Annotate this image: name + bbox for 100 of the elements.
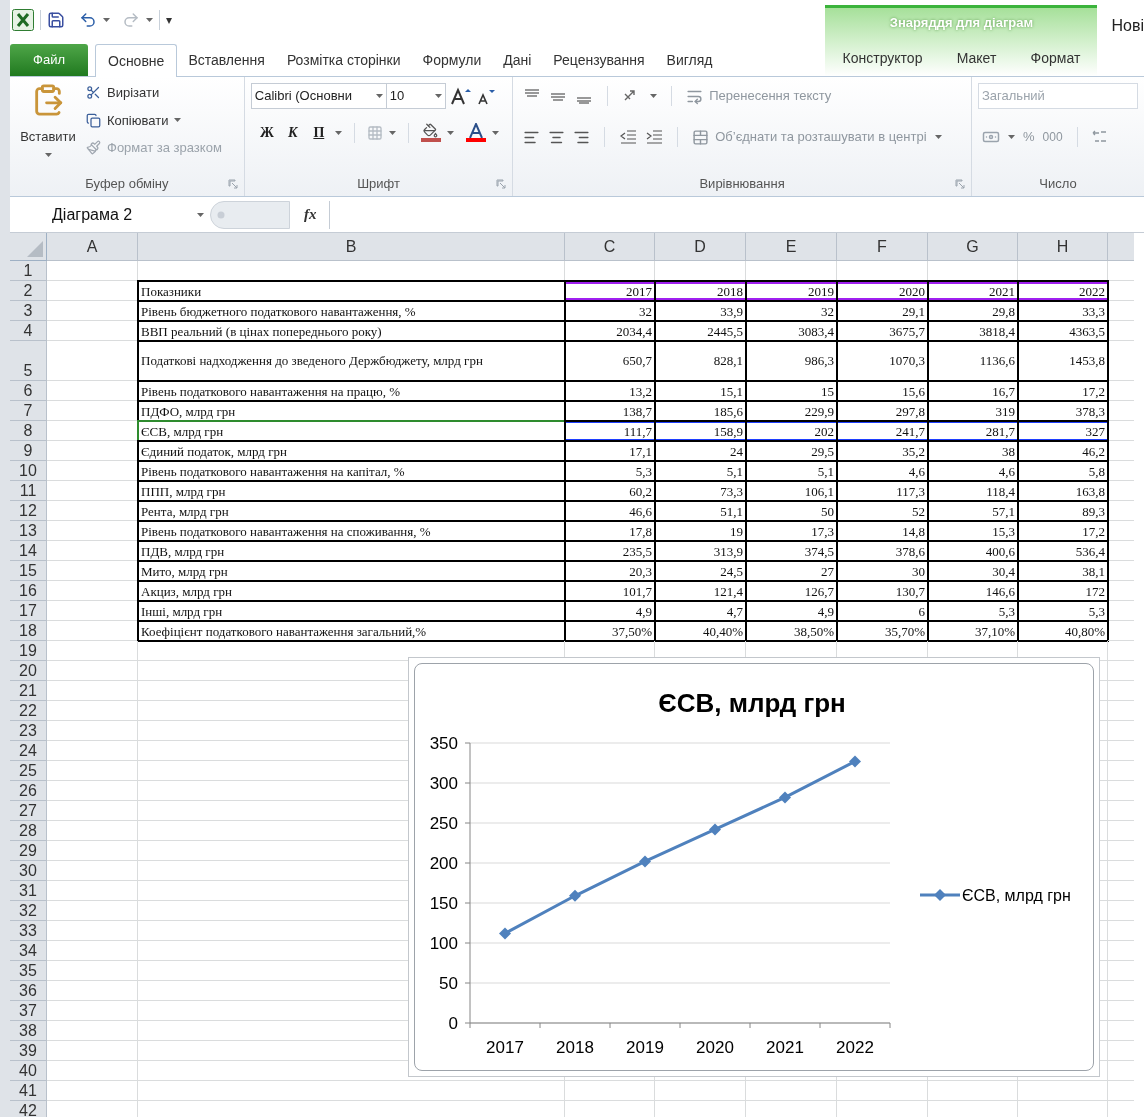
row-header[interactable]: 3 [10, 301, 47, 321]
ribbon-tab[interactable]: Вставлення [177, 44, 276, 76]
row-header[interactable]: 25 [10, 761, 47, 781]
row-header[interactable]: 12 [10, 501, 47, 521]
ribbon-tab[interactable]: Макет [952, 48, 1001, 69]
row-header[interactable]: 31 [10, 881, 47, 901]
ribbon-tab[interactable]: Основне [95, 44, 178, 77]
row-header[interactable]: 27 [10, 801, 47, 821]
row-header[interactable]: 38 [10, 1021, 47, 1041]
row-header[interactable]: 4 [10, 321, 47, 341]
caret-icon[interactable] [146, 18, 153, 22]
caret-icon[interactable] [197, 212, 204, 217]
font-name-field[interactable]: Calibri (Основни [250, 83, 387, 109]
row-header[interactable]: 32 [10, 901, 47, 921]
row-header[interactable]: 10 [10, 461, 47, 481]
row-header[interactable]: 11 [10, 481, 47, 501]
row-header[interactable]: 33 [10, 921, 47, 941]
undo-icon[interactable] [79, 11, 97, 29]
row-header[interactable]: 35 [10, 961, 47, 981]
row-header[interactable]: 23 [10, 721, 47, 741]
row-header[interactable]: 39 [10, 1041, 47, 1061]
row-header[interactable]: 5 [10, 341, 47, 381]
ribbon-tab[interactable]: Рецензування [542, 44, 656, 76]
row-header[interactable]: 16 [10, 581, 47, 601]
ribbon-tab[interactable]: Формат [1026, 48, 1085, 69]
increase-indent-icon[interactable] [645, 129, 664, 145]
row-header[interactable]: 17 [10, 601, 47, 621]
font-color-icon[interactable] [465, 123, 486, 142]
column-header[interactable]: D [655, 233, 746, 261]
caret-icon[interactable] [1008, 135, 1015, 139]
row-header[interactable]: 18 [10, 621, 47, 641]
file-tab[interactable]: Файл [10, 44, 88, 76]
paste-button[interactable]: Вставити [16, 83, 80, 158]
spreadsheet-logo-icon[interactable] [12, 9, 34, 31]
row-header[interactable]: 19 [10, 641, 47, 661]
ribbon-tab[interactable]: Дані [492, 44, 543, 76]
caret-icon[interactable] [103, 18, 110, 22]
underline-button[interactable]: П [308, 122, 329, 143]
italic-button[interactable]: К [282, 122, 303, 143]
row-header[interactable]: 37 [10, 1001, 47, 1021]
row-header[interactable]: 28 [10, 821, 47, 841]
column-header[interactable]: B [138, 233, 565, 261]
name-box[interactable]: Діаграма 2 [10, 200, 210, 229]
table-cell: 33,9 [655, 301, 746, 321]
ribbon-tab[interactable]: Розмітка сторінки [275, 44, 412, 76]
bold-button[interactable]: Ж [256, 122, 277, 143]
caret-icon[interactable] [174, 118, 182, 123]
row-header[interactable]: 9 [10, 441, 47, 461]
cut-button[interactable]: Вирізати [86, 83, 222, 103]
row-header[interactable]: 15 [10, 561, 47, 581]
caret-icon[interactable] [446, 130, 454, 135]
row-header[interactable]: 34 [10, 941, 47, 961]
ribbon-tab[interactable]: Конструктор [838, 48, 927, 69]
customize-toolbar-button[interactable]: ▾ [166, 11, 172, 29]
row-header[interactable]: 1 [10, 261, 47, 281]
column-header[interactable]: C [565, 233, 655, 261]
decrease-indent-icon[interactable] [619, 129, 638, 145]
row-header[interactable]: 21 [10, 681, 47, 701]
grid-cell[interactable] [47, 261, 138, 281]
axis-tick-label: 200 [429, 854, 458, 873]
shrink-font-icon[interactable] [475, 87, 496, 105]
column-header[interactable]: E [746, 233, 837, 261]
copy-button[interactable]: Копіювати [86, 110, 169, 130]
row-header[interactable]: 36 [10, 981, 47, 1001]
row-header[interactable]: 40 [10, 1061, 47, 1081]
caret-icon[interactable] [334, 130, 342, 135]
column-header[interactable]: F [837, 233, 928, 261]
column-header[interactable]: H [1018, 233, 1108, 261]
row-header[interactable]: 2 [10, 281, 47, 301]
column-header[interactable]: G [928, 233, 1018, 261]
column-header[interactable]: A [47, 233, 138, 261]
caret-icon[interactable] [491, 130, 499, 135]
caret-icon[interactable] [388, 130, 396, 135]
row-header[interactable]: 26 [10, 781, 47, 801]
row-header[interactable]: 30 [10, 861, 47, 881]
row-header[interactable]: 24 [10, 741, 47, 761]
row-header[interactable]: 20 [10, 661, 47, 681]
ribbon-tab[interactable]: Вигляд [655, 44, 724, 76]
fill-color-icon[interactable] [420, 123, 441, 142]
row-header[interactable]: 6 [10, 381, 47, 401]
caret-icon[interactable] [44, 152, 52, 157]
row-header[interactable]: 8 [10, 421, 47, 441]
row-header[interactable]: 22 [10, 701, 47, 721]
row-header[interactable]: 13 [10, 521, 47, 541]
caret-icon[interactable] [650, 94, 658, 98]
caret-icon[interactable] [434, 94, 442, 98]
caret-icon[interactable] [375, 94, 383, 98]
caret-icon[interactable] [934, 135, 942, 139]
table-cell: 38,1 [1018, 561, 1108, 581]
row-header[interactable]: 29 [10, 841, 47, 861]
row-header[interactable]: 14 [10, 541, 47, 561]
row-header[interactable]: 42 [10, 1101, 47, 1117]
row-header[interactable]: 41 [10, 1081, 47, 1101]
ribbon-tab[interactable]: Формули [411, 44, 493, 76]
insert-function-button[interactable]: fx [304, 203, 317, 226]
grow-font-icon[interactable] [449, 87, 472, 105]
save-icon[interactable] [47, 11, 65, 29]
font-size-field[interactable]: 10 [385, 83, 446, 109]
row-header[interactable]: 7 [10, 401, 47, 421]
chart-frame[interactable]: ЄСВ, млрд грн 0 50 100 150 200 250 300 350 2017 2018 2019 2020 2021 2022 ЄСВ, млрд грн [408, 657, 1100, 1077]
